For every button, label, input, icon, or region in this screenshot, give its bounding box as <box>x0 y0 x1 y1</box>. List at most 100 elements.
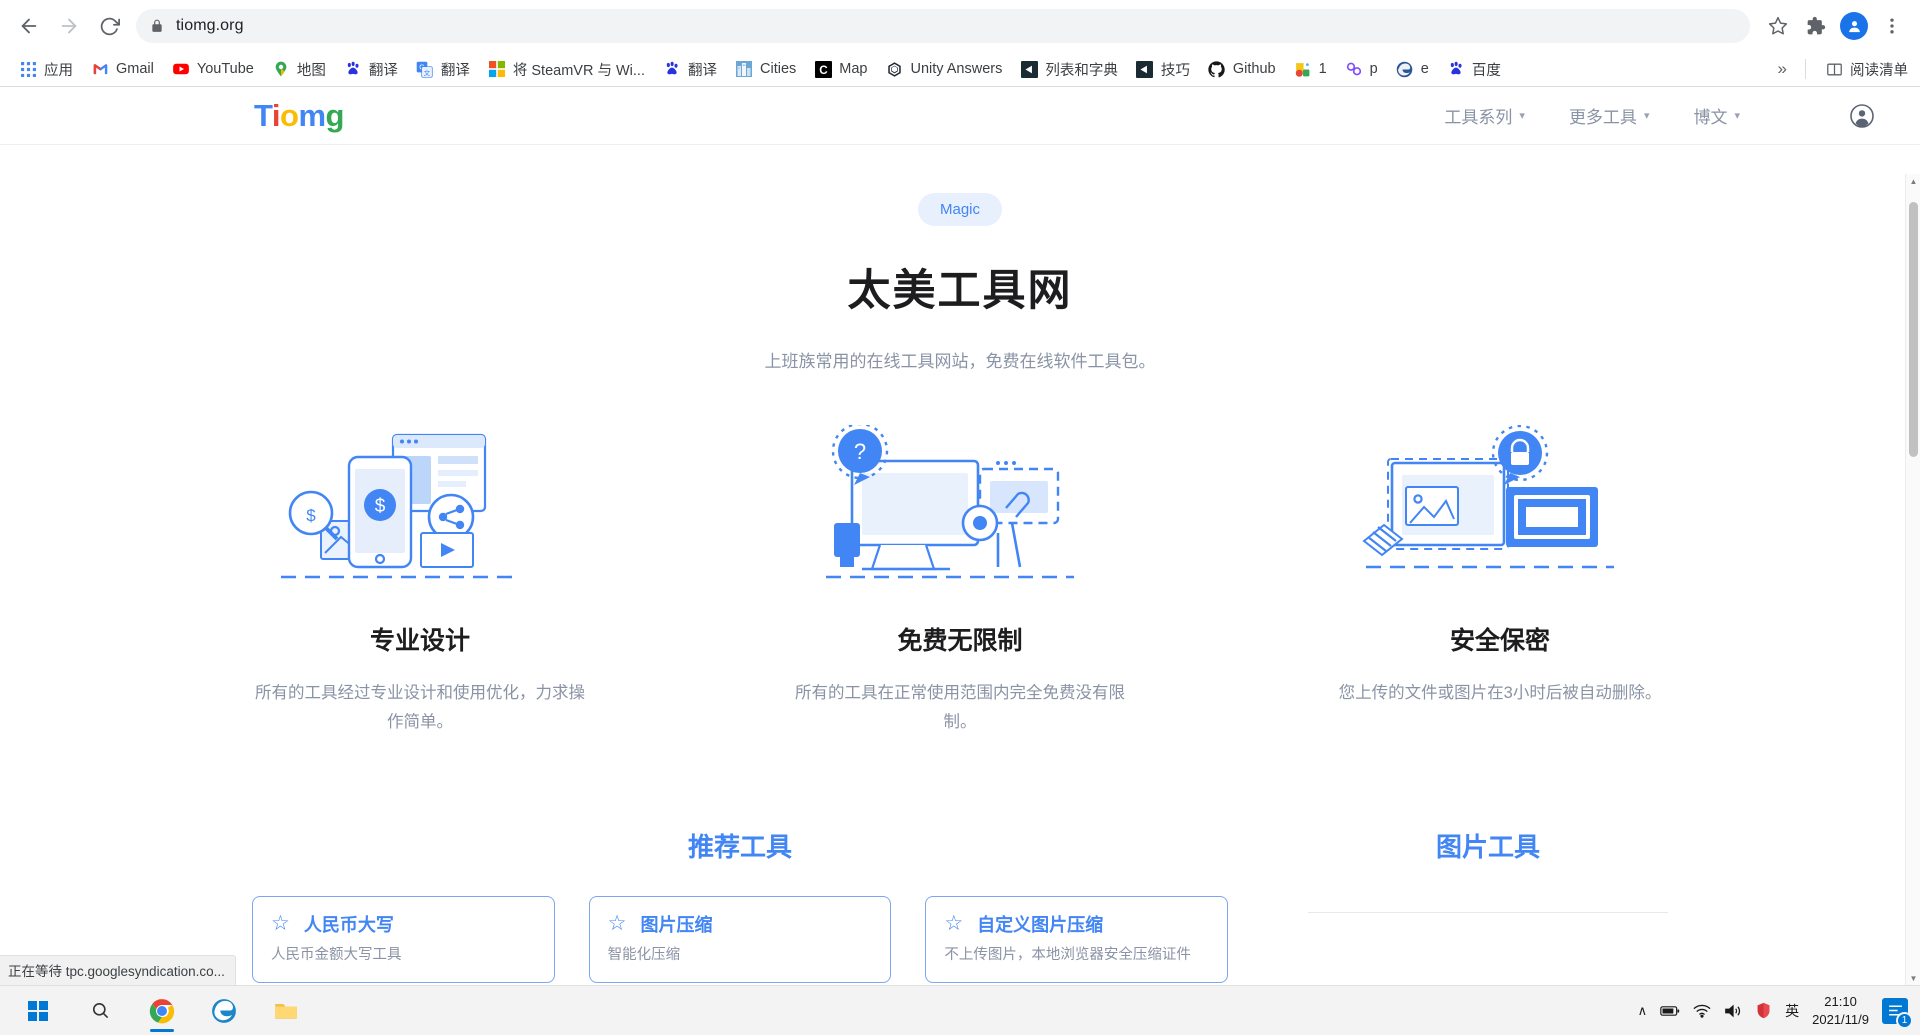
forward-button[interactable] <box>50 7 88 45</box>
site-logo[interactable]: Tiomg <box>254 98 344 134</box>
nav-item-blog[interactable]: 博文 ▾ <box>1693 103 1740 128</box>
baidu-paw-icon <box>1447 60 1465 78</box>
clock-date: 2021/11/9 <box>1812 1011 1869 1027</box>
github-icon <box>1208 60 1226 78</box>
page-title: 太美工具网 <box>847 267 1073 315</box>
bookmark-baidu[interactable]: 百度 <box>1438 56 1510 83</box>
feature-desc: 所有的工具经过专业设计和使用优化，力求操作简单。 <box>255 684 585 731</box>
section-divider <box>1308 911 1668 913</box>
baidu-paw-icon <box>663 60 681 78</box>
bookmark-label: Gmail <box>116 61 154 77</box>
scroll-up-arrow[interactable]: ▲ <box>1906 174 1920 188</box>
bookmark-label: 应用 <box>44 62 73 79</box>
svg-text:?: ? <box>854 439 866 464</box>
nav-label: 博文 <box>1693 108 1728 127</box>
tool-card-custom-image-compress[interactable]: ☆ 自定义图片压缩 不上传图片，本地浏览器安全压缩证件 <box>925 895 1229 983</box>
notifications-button[interactable]: 1 <box>1882 997 1913 1029</box>
logo-letter-t: T <box>254 97 272 133</box>
logo-letter-g: g <box>325 97 345 133</box>
bookmark-star-icon[interactable] <box>1760 8 1796 44</box>
bookmark-steamvr[interactable]: 将 SteamVR 与 Wi... <box>479 56 654 83</box>
hero-badge: Magic <box>917 193 1002 226</box>
taskbar-left <box>0 988 314 1034</box>
edge-taskbar-icon[interactable] <box>196 988 252 1034</box>
bookmark-label: 翻译 <box>368 62 398 79</box>
ime-language-indicator[interactable]: 英 <box>1785 1001 1799 1021</box>
profile-avatar[interactable] <box>1840 12 1868 40</box>
volume-icon[interactable] <box>1724 1003 1742 1019</box>
star-icon[interactable]: ☆ <box>608 913 627 934</box>
unity-square-icon <box>1020 60 1038 78</box>
reading-list-button[interactable]: 阅读清单 <box>1816 56 1912 83</box>
bookmark-label: Unity Answers <box>910 61 1003 77</box>
browser-window: tiomg.org 应用 Gmail YouTube 地图 翻译 文 翻译 将 … <box>0 0 1920 985</box>
maps-pin-icon <box>272 60 290 78</box>
unity-icon <box>885 60 903 78</box>
star-icon[interactable]: ☆ <box>271 913 290 934</box>
bookmark-map[interactable]: C Map <box>805 57 876 81</box>
back-button[interactable] <box>10 7 48 45</box>
bookmarks-divider <box>1805 59 1806 79</box>
bookmark-1[interactable]: 1 <box>1285 57 1336 81</box>
tool-name: 图片压缩 <box>640 914 713 935</box>
tool-card-rmb-uppercase[interactable]: ☆ 人民币大写 人民币金额大写工具 <box>252 895 555 983</box>
tool-card-image-compress[interactable]: ☆ 图片压缩 智能化压缩 <box>588 895 892 983</box>
tool-card-header: ☆ 图片压缩 <box>608 911 873 937</box>
free-support-illustration: ? <box>760 420 1160 595</box>
logo-letter-m: m <box>298 97 326 133</box>
bookmarks-overflow-button[interactable]: » <box>1770 57 1795 81</box>
taskbar-clock[interactable]: 21:10 2021/11/9 <box>1812 993 1869 1028</box>
bookmark-label: 技巧 <box>1160 62 1190 79</box>
section-title-recommended: 推荐工具 <box>687 831 792 862</box>
chevron-down-icon: ▾ <box>1643 110 1650 122</box>
bookmark-gmail[interactable]: Gmail <box>82 57 163 81</box>
file-explorer-taskbar-icon[interactable] <box>258 988 314 1034</box>
star-icon[interactable]: ☆ <box>944 913 963 934</box>
bookmark-label: e <box>1420 61 1429 77</box>
nav-item-tool-series[interactable]: 工具系列 ▾ <box>1444 103 1525 128</box>
scroll-down-arrow[interactable]: ▼ <box>1906 971 1920 985</box>
page-scrollbar[interactable]: ▲ ▼ <box>1905 174 1920 985</box>
reload-button[interactable] <box>90 7 128 45</box>
hero-subtitle: 上班族常用的在线工具网站，免费在线软件工具包。 <box>764 352 1156 371</box>
nav-item-more-tools[interactable]: 更多工具 ▾ <box>1569 103 1650 128</box>
browser-toolbar: tiomg.org <box>0 0 1920 52</box>
bookmark-label: p <box>1369 61 1378 77</box>
account-button[interactable] <box>1850 103 1874 128</box>
bookmark-e[interactable]: e <box>1387 57 1438 81</box>
bookmark-cities[interactable]: Cities <box>726 57 805 81</box>
extensions-icon[interactable] <box>1798 8 1834 44</box>
chrome-menu-icon[interactable] <box>1874 8 1910 44</box>
bookmark-github[interactable]: Github <box>1199 57 1285 81</box>
feature-card-free: ? 免费无限制 所有的工具在正常使用范围内完全免费没有限制。 <box>760 420 1160 737</box>
logo-letter-o: o <box>280 97 299 133</box>
bookmark-unity-answers[interactable]: Unity Answers <box>876 57 1011 81</box>
bookmark-baidu-translate-2[interactable]: 翻译 <box>654 56 726 83</box>
security-shield-icon[interactable] <box>1755 1002 1772 1019</box>
bookmark-p[interactable]: p <box>1336 57 1387 81</box>
tray-chevron-up-icon[interactable]: ∧ <box>1638 1003 1648 1019</box>
battery-icon[interactable] <box>1660 1004 1680 1018</box>
page-viewport: Tiomg 工具系列 ▾ 更多工具 ▾ 博文 ▾ Magic 太美工具网 上班族… <box>0 87 1920 985</box>
scrollbar-thumb[interactable] <box>1909 202 1918 457</box>
bookmark-unity-lists[interactable]: 列表和字典 <box>1011 56 1127 83</box>
chrome-taskbar-icon[interactable] <box>134 988 190 1034</box>
svg-text:文: 文 <box>424 67 431 76</box>
start-button[interactable] <box>10 988 66 1034</box>
bookmark-label: 将 SteamVR 与 Wi... <box>512 62 645 79</box>
svg-text:$: $ <box>306 506 316 525</box>
bookmark-unity-tips[interactable]: 技巧 <box>1127 56 1199 83</box>
bookmark-youtube[interactable]: YouTube <box>163 57 263 81</box>
bookmark-google-translate[interactable]: G文 翻译 <box>407 56 479 83</box>
address-bar[interactable]: tiomg.org <box>136 9 1750 43</box>
image-tools-section: 图片工具 <box>1308 827 1668 983</box>
search-button[interactable] <box>72 988 128 1034</box>
bookmark-apps[interactable]: 应用 <box>10 56 82 83</box>
lock-icon <box>150 19 164 33</box>
bookmark-baidu-translate[interactable]: 翻译 <box>335 56 407 83</box>
unity-square-icon <box>1136 60 1154 78</box>
security-privacy-illustration <box>1300 420 1700 595</box>
bookmark-maps[interactable]: 地图 <box>263 56 335 83</box>
wifi-icon[interactable] <box>1693 1003 1711 1018</box>
bookmarks-bar: 应用 Gmail YouTube 地图 翻译 文 翻译 将 SteamVR 与 … <box>0 52 1920 87</box>
